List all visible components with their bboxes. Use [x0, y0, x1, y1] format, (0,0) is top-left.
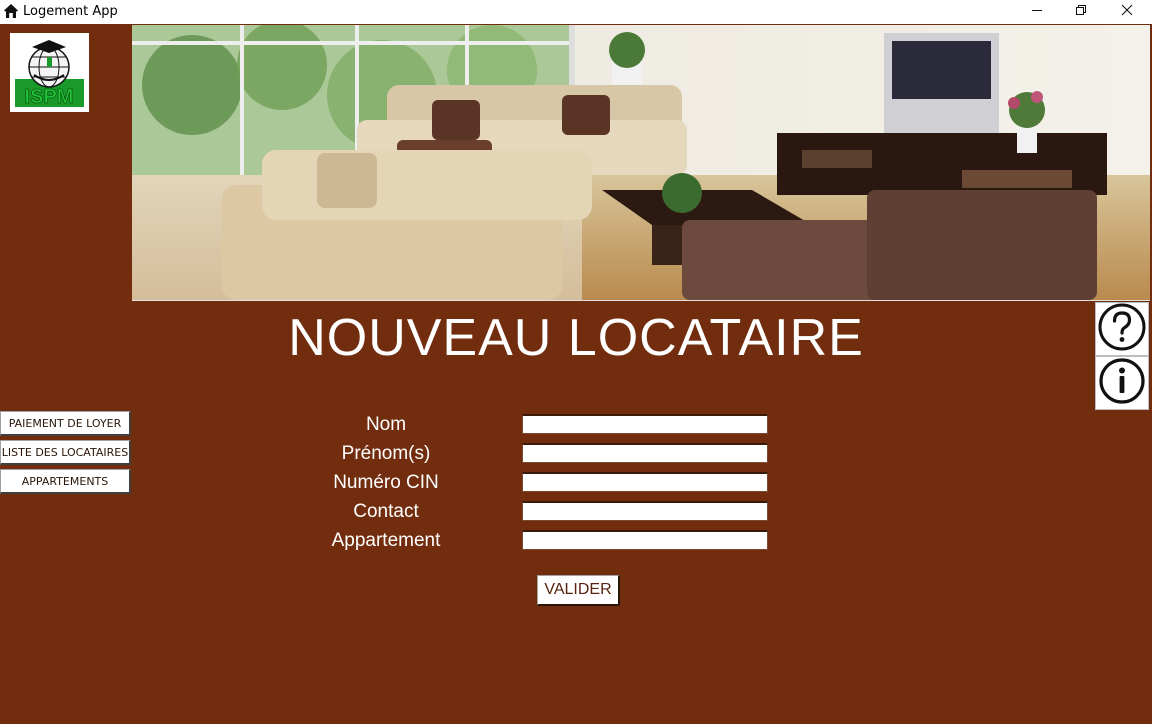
prenoms-label: Prénom(s) — [341, 443, 431, 464]
window-titlebar: Logement App — [0, 0, 1152, 24]
nom-label: Nom — [365, 414, 407, 435]
valider-button[interactable]: VALIDER — [537, 575, 620, 606]
svg-text:ISPM: ISPM — [25, 86, 74, 108]
nom-field[interactable] — [522, 414, 768, 434]
sidebar-item-liste-des-locataires[interactable]: LISTE DES LOCATAIRES — [0, 440, 131, 465]
appartement-label: Appartement — [331, 530, 441, 551]
contact-label: Contact — [353, 501, 419, 522]
question-circle-icon — [1097, 302, 1147, 357]
info-button[interactable] — [1095, 356, 1149, 410]
close-button[interactable] — [1104, 0, 1150, 24]
minimize-button[interactable] — [1014, 0, 1060, 24]
restore-icon — [1075, 3, 1087, 21]
sidebar-item-paiement-de-loyer[interactable]: PAIEMENT DE LOYER — [0, 411, 131, 436]
school-logo: ISPM — [10, 33, 89, 112]
appartement-field[interactable] — [522, 530, 768, 550]
restore-button[interactable] — [1058, 0, 1104, 24]
window-title: Logement App — [23, 4, 118, 19]
close-icon — [1121, 3, 1133, 21]
home-icon — [3, 3, 19, 19]
contact-field[interactable] — [522, 501, 768, 521]
help-button[interactable] — [1095, 302, 1149, 356]
numero-cin-field[interactable] — [522, 472, 768, 492]
numero-cin-label: Numéro CIN — [333, 472, 439, 493]
sidebar-item-appartements[interactable]: APPARTEMENTS — [0, 469, 131, 494]
info-circle-icon — [1097, 356, 1147, 411]
prenoms-field[interactable] — [522, 443, 768, 463]
minimize-icon — [1031, 3, 1043, 21]
page-title: NOUVEAU LOCATAIRE — [288, 309, 864, 367]
living-room-banner — [132, 20, 1150, 301]
